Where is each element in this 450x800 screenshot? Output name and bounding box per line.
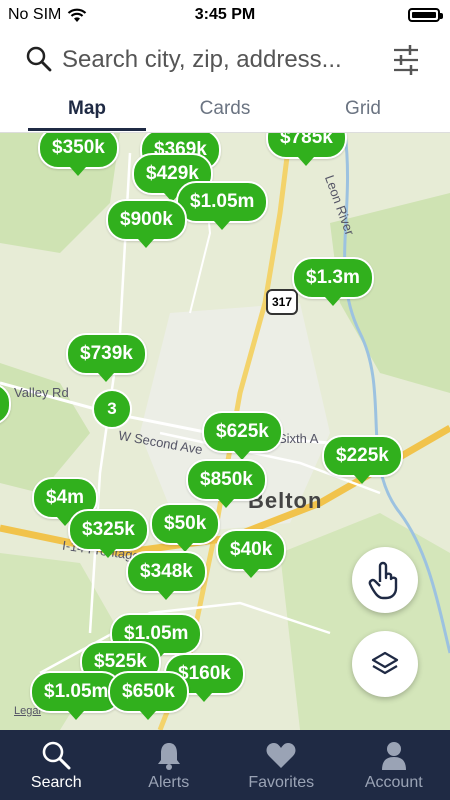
- nav-account-label: Account: [364, 774, 423, 791]
- search-icon: [26, 46, 52, 72]
- heart-icon: [266, 743, 296, 768]
- view-tabs: Map Cards Grid: [0, 92, 450, 133]
- nav-account[interactable]: Account: [338, 730, 450, 800]
- cluster-marker[interactable]: 3: [92, 389, 132, 429]
- price-pin[interactable]: $325k: [68, 509, 149, 558]
- price-pin[interactable]: $350k: [38, 133, 119, 176]
- filter-sliders-icon[interactable]: [392, 44, 420, 76]
- nav-favorites-label: Favorites: [248, 774, 315, 791]
- draw-area-button[interactable]: [352, 547, 418, 613]
- tab-map[interactable]: Map: [12, 98, 162, 120]
- street-label-valley: Valley Rd: [14, 385, 69, 400]
- route-shield: 317: [266, 289, 298, 315]
- status-bar: No SIM 3:45 PM: [0, 0, 450, 30]
- nav-alerts-label: Alerts: [148, 774, 190, 791]
- price-pin[interactable]: $625k: [202, 411, 283, 460]
- price-pin[interactable]: $850k: [186, 459, 267, 508]
- search-input[interactable]: Search city, zip, address...: [62, 46, 342, 74]
- layers-icon: [371, 651, 399, 675]
- bell-icon: [157, 743, 180, 770]
- street-label-sixth: Sixth A: [278, 431, 319, 446]
- hand-pointer-icon: [368, 561, 398, 600]
- person-icon: [381, 742, 406, 770]
- nav-search[interactable]: Search: [0, 730, 113, 800]
- map-view[interactable]: Valley Rd W Second Ave Sixth A Leon Rive…: [0, 133, 450, 730]
- price-pin[interactable]: $900k: [106, 199, 187, 248]
- tab-cards[interactable]: Cards: [150, 98, 300, 120]
- clock: 3:45 PM: [194, 6, 256, 23]
- nav-search-label: Search: [30, 774, 82, 791]
- bottom-tab-bar: Search Alerts Favorites Account: [0, 730, 450, 800]
- search-icon: [42, 741, 71, 770]
- search-bar[interactable]: Search city, zip, address...: [0, 30, 450, 90]
- battery-icon: [408, 8, 443, 22]
- price-pin[interactable]: $50k: [150, 503, 221, 552]
- nav-alerts[interactable]: Alerts: [113, 730, 226, 800]
- price-pin[interactable]: $739k: [66, 333, 147, 382]
- price-pin[interactable]: $785k: [266, 133, 347, 166]
- price-pin[interactable]: $1.3m: [292, 257, 374, 306]
- tab-grid[interactable]: Grid: [288, 98, 438, 120]
- price-pin[interactable]: $650k: [108, 671, 189, 720]
- price-pin[interactable]: $1.05m: [176, 181, 269, 230]
- map-layers-button[interactable]: [352, 631, 418, 697]
- price-pin[interactable]: $348k: [126, 551, 207, 600]
- price-pin[interactable]: $40k: [216, 529, 287, 578]
- price-pin[interactable]: $225k: [322, 435, 403, 484]
- nav-favorites[interactable]: Favorites: [225, 730, 338, 800]
- active-tab-indicator: [28, 128, 146, 131]
